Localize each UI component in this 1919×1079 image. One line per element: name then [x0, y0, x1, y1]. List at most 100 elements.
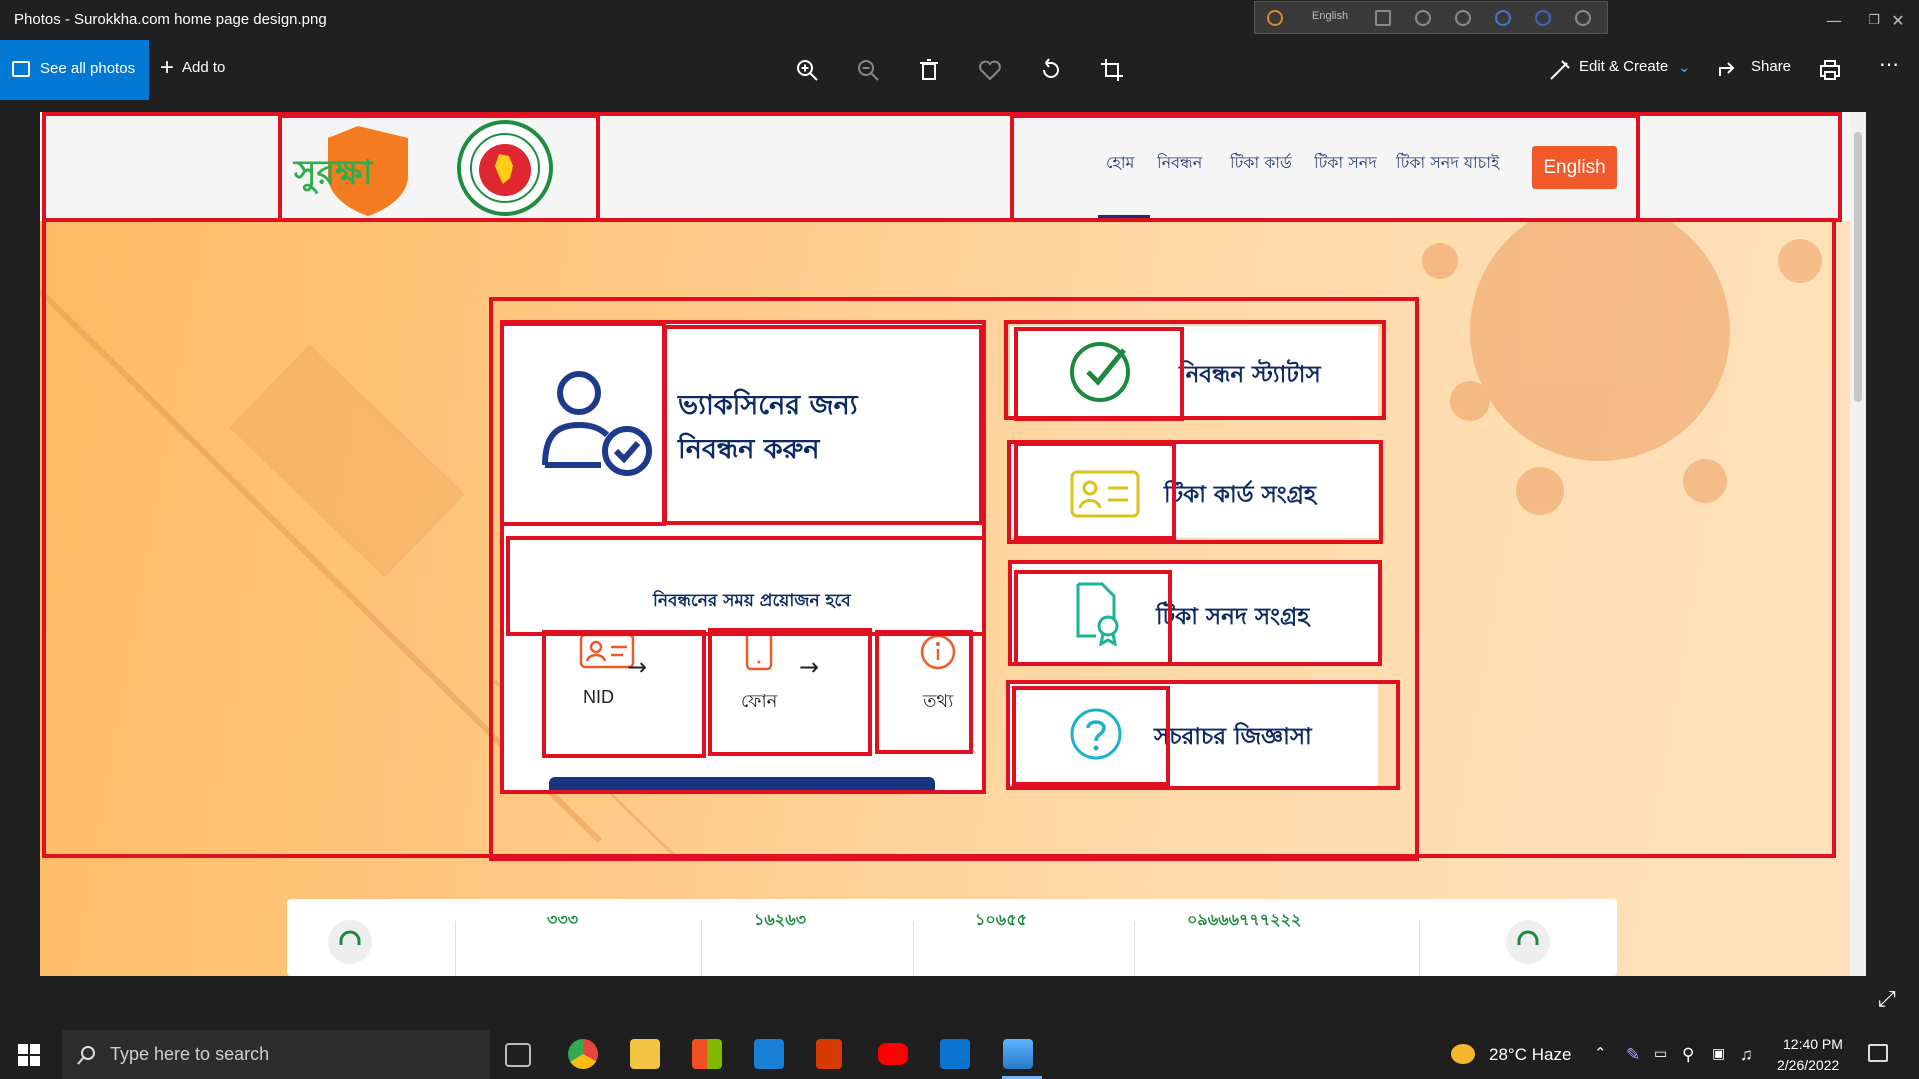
svg-text:সুরক্ষা: সুরক্ষা: [293, 153, 374, 194]
close-button[interactable]: ✕: [1876, 8, 1919, 34]
volume-icon[interactable]: ♫: [1740, 1045, 1753, 1065]
nav-registration[interactable]: নিবন্ধন: [1157, 150, 1202, 177]
nav-active-indicator: [1098, 215, 1150, 219]
zoom-out-icon[interactable]: [854, 56, 882, 84]
fullscreen-icon[interactable]: ⤢: [1878, 987, 1896, 1012]
ie-icon[interactable]: [1495, 10, 1511, 26]
notification-icon[interactable]: [1868, 1044, 1888, 1062]
stat-health-call: ১৬২৬৩: [754, 910, 806, 929]
zoom-in-icon[interactable]: [793, 56, 821, 84]
weather-text[interactable]: 28°C Haze: [1489, 1045, 1571, 1065]
keyboard-icon[interactable]: [1375, 10, 1391, 26]
taskbar: Type here to search 28°C Haze ⌃ ✎ ▭ ⚲ ▣ …: [0, 1030, 1919, 1079]
side-card-label: টিকা সনদ সংগ্রহ: [1156, 604, 1310, 630]
more-options-icon[interactable]: ⋯: [1879, 52, 1899, 77]
clock-date[interactable]: 2/26/2022: [1777, 1057, 1839, 1073]
see-all-photos-button[interactable]: See all photos: [0, 40, 149, 100]
network-globe-icon[interactable]: ⚲: [1682, 1045, 1694, 1065]
nav-home[interactable]: হোম: [1106, 150, 1134, 177]
help-icon[interactable]: [1535, 10, 1551, 26]
nav-certificate-verify[interactable]: টিকা সনদ যাচাই: [1396, 150, 1499, 177]
info-circle-icon: [920, 634, 956, 670]
chrome-icon[interactable]: [568, 1039, 598, 1069]
windows-start-icon[interactable]: [18, 1044, 40, 1066]
step-info-label: তথ্য: [923, 691, 954, 712]
file-explorer-icon[interactable]: [630, 1039, 660, 1069]
register-button[interactable]: [549, 777, 935, 791]
search-placeholder: Type here to search: [110, 1044, 270, 1064]
search-icon: [77, 1046, 95, 1065]
side-card-faq[interactable]: সচরাচর জিজ্ঞাসা: [1010, 682, 1378, 786]
step-arrow-icon: →: [799, 653, 820, 681]
register-title-line1: ভ্যাকসিনের জন্য: [678, 390, 858, 421]
divider: [1419, 921, 1420, 976]
pen-workspace-icon[interactable]: ✎: [1626, 1045, 1640, 1065]
photos-app-icon[interactable]: [1003, 1039, 1033, 1069]
stat-ieedcr: ১০৬৫৫: [975, 910, 1027, 929]
chevron-down-icon[interactable]: ⌄: [1678, 58, 1691, 76]
divider: [455, 921, 456, 976]
check-circle-icon: [1070, 342, 1130, 402]
ime-icon[interactable]: [1267, 10, 1283, 26]
info-icon[interactable]: [1575, 10, 1591, 26]
side-card-vaccine-certificate[interactable]: টিকা সনদ সংগ্রহ: [1010, 564, 1378, 666]
question-circle-icon: [1070, 708, 1122, 760]
clock-time[interactable]: 12:40 PM: [1783, 1036, 1843, 1052]
register-card[interactable]: ভ্যাকসিনের জন্য নিবন্ধন করুন নিবন্ধনের স…: [503, 323, 983, 791]
print-icon[interactable]: [1816, 56, 1844, 84]
minimize-button[interactable]: —: [1812, 8, 1856, 34]
nav-vaccine-card[interactable]: টিকা কার্ড: [1230, 150, 1292, 177]
step-phone-label: ফোন: [741, 691, 778, 712]
battery-icon[interactable]: ▭: [1654, 1045, 1667, 1062]
youtube-icon[interactable]: [878, 1043, 908, 1065]
language-bar[interactable]: English: [1254, 1, 1608, 34]
weather-icon[interactable]: [1451, 1044, 1475, 1064]
vertical-scrollbar[interactable]: [1850, 112, 1866, 976]
crop-icon[interactable]: [1098, 56, 1126, 84]
taskbar-search-box[interactable]: Type here to search: [62, 1030, 490, 1079]
share-button[interactable]: Share: [1751, 58, 1791, 75]
rotate-icon[interactable]: [1037, 56, 1065, 84]
window-title: Photos - Surokkha.com home page design.p…: [14, 11, 327, 28]
side-card-vaccine-card[interactable]: টিকা কার্ড সংগ্রহ: [1010, 444, 1378, 538]
phone-icon: [745, 629, 773, 671]
register-title-line2: নিবন্ধন করুন: [678, 434, 820, 465]
scrollbar-thumb[interactable]: [1854, 132, 1862, 402]
camera-icon[interactable]: ▣: [1712, 1045, 1725, 1062]
edit-create-button[interactable]: Edit & Create: [1579, 58, 1668, 75]
language-english-button[interactable]: English: [1532, 146, 1617, 189]
share-icon[interactable]: [1715, 56, 1743, 84]
chevron-up-icon[interactable]: ⌃: [1594, 1044, 1607, 1062]
plus-icon: +: [160, 54, 175, 81]
edit-create-icon[interactable]: [1546, 56, 1574, 84]
side-card-registration-status[interactable]: নিবন্ধন স্ট্যাটাস: [1010, 326, 1378, 420]
side-card-label: সচরাচর জিজ্ঞাসা: [1154, 724, 1312, 750]
side-card-label: নিবন্ধন স্ট্যাটাস: [1179, 362, 1321, 388]
headset-icon: [328, 920, 372, 964]
mail-icon[interactable]: [754, 1039, 784, 1069]
id-card-icon: [1070, 470, 1140, 518]
microsoft-store-icon[interactable]: [692, 1039, 722, 1069]
step-arrow-icon: →: [627, 653, 648, 681]
settings-icon[interactable]: [1455, 10, 1471, 26]
divider: [1134, 921, 1135, 976]
certificate-icon: [1076, 582, 1119, 646]
task-view-icon[interactable]: [505, 1043, 531, 1067]
stat-hotline: ৩৩৩: [547, 910, 579, 929]
step-nid-label: NID: [583, 687, 614, 707]
vscode-icon[interactable]: [940, 1039, 970, 1069]
ime-language-label[interactable]: English: [1312, 10, 1348, 22]
favorite-heart-icon[interactable]: [976, 56, 1004, 84]
pen-icon[interactable]: [1415, 10, 1431, 26]
office-icon[interactable]: [816, 1039, 842, 1069]
divider: [913, 921, 914, 976]
surokkha-logo[interactable]: সুরক্ষা: [290, 118, 440, 218]
add-to-button[interactable]: + Add to: [160, 54, 225, 82]
stats-strip: ৩৩৩ ১৬২৬৩ ১০৬৫৫ ০৯৬৬৬৭৭৭২২২: [287, 899, 1617, 976]
title-bar: Photos - Surokkha.com home page design.p…: [0, 0, 1919, 40]
nav-vaccine-certificate[interactable]: টিকা সনদ: [1314, 150, 1377, 177]
side-card-label: টিকা কার্ড সংগ্রহ: [1164, 482, 1316, 508]
delete-icon[interactable]: [915, 56, 943, 84]
divider: [701, 921, 702, 976]
headset-icon: [1506, 920, 1550, 964]
